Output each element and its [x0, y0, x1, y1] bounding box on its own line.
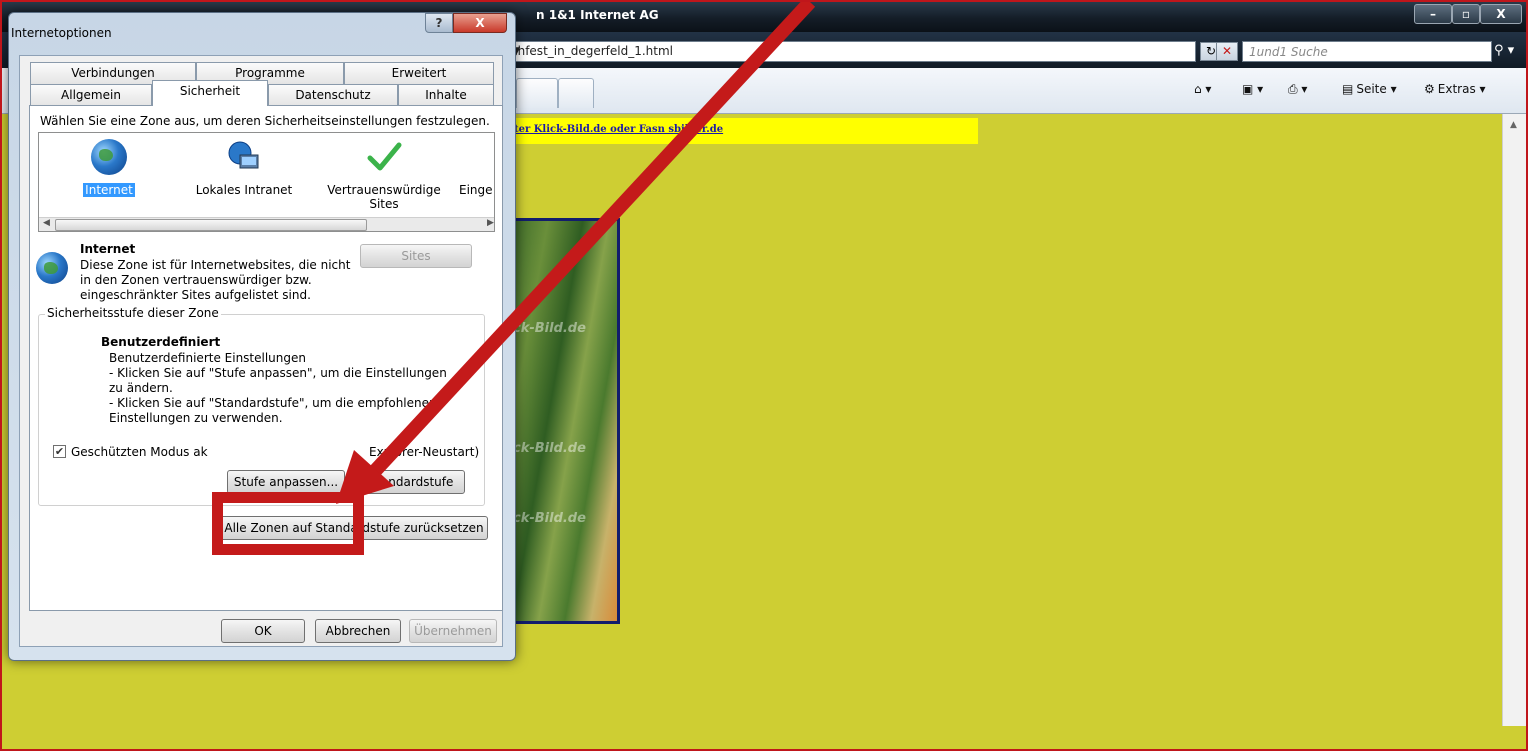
browser-tab[interactable]: [516, 78, 558, 108]
annotation-highlight-box: [212, 492, 364, 555]
security-level-line: Benutzerdefinierte Einstellungen: [109, 351, 306, 365]
tab-erweitert[interactable]: Erweitert: [344, 62, 494, 84]
zone-info-description: Diese Zone ist für Internetwebsites, die…: [80, 258, 351, 302]
watermark-text: ck-Bild.de: [513, 321, 586, 336]
new-tab-button[interactable]: [558, 78, 594, 108]
page-photo[interactable]: ck-Bild.de ck-Bild.de ck-Bild.de: [510, 218, 620, 624]
scroll-right-icon[interactable]: ▶: [487, 218, 494, 228]
dialog-title: Internetoptionen: [11, 26, 112, 40]
zone-label: Lokales Intranet: [195, 183, 293, 197]
tools-menu-label: Extras: [1437, 82, 1476, 96]
protected-mode-label: Geschützten Modus ak: [71, 445, 208, 459]
window-title: n 1&1 Internet AG: [536, 8, 659, 22]
apply-button[interactable]: Übernehmen: [409, 619, 497, 643]
tab-inhalte[interactable]: Inhalte: [398, 84, 494, 106]
page-menu[interactable]: ▤ Seite ▾: [1342, 82, 1397, 96]
page-menu-label: Seite: [1356, 82, 1387, 96]
security-level-group-label: Sicherheitsstufe dieser Zone: [45, 306, 221, 320]
custom-level-button[interactable]: Stufe anpassen...: [227, 470, 345, 494]
security-level-name: Benutzerdefiniert: [101, 335, 221, 349]
tools-menu[interactable]: ⚙ Extras ▾: [1424, 82, 1486, 96]
minimize-button[interactable]: –: [1414, 4, 1452, 24]
stop-icon[interactable]: ✕: [1216, 42, 1238, 61]
zone-label: Internet: [83, 183, 135, 197]
watermark-text: ck-Bild.de: [513, 441, 586, 456]
search-placeholder: 1und1 Suche: [1249, 45, 1328, 59]
zone-label: Vertrauenswürdige Sites: [327, 183, 441, 211]
zone-local-intranet[interactable]: Lokales Intranet: [189, 139, 299, 197]
cancel-button[interactable]: Abbrechen: [315, 619, 401, 643]
tab-datenschutz[interactable]: Datenschutz: [268, 84, 398, 106]
watermark-text: ck-Bild.de: [513, 511, 586, 526]
zone-info-title: Internet: [80, 242, 136, 256]
security-level-line: - Klicken Sie auf "Stufe anpassen", um d…: [109, 366, 447, 395]
close-window-button[interactable]: X: [1480, 4, 1522, 24]
page-link[interactable]: ter Klick-Bild.de oder Fasn sbilder.de: [514, 124, 723, 135]
address-field[interactable]: chfest_in_degerfeld_1.html ▼: [506, 41, 1196, 62]
protected-mode-checkbox[interactable]: ✔: [53, 445, 66, 458]
maximize-button[interactable]: ▫: [1452, 4, 1480, 24]
zone-list[interactable]: Internet Lokales Intranet Vertrauenswürd…: [38, 132, 495, 232]
zone-trusted-sites[interactable]: Vertrauenswürdige Sites: [319, 139, 449, 211]
search-input[interactable]: 1und1 Suche: [1242, 41, 1492, 62]
security-level-group: Sicherheitsstufe dieser Zone Benutzerdef…: [38, 306, 485, 506]
zone-label: Einge: [459, 183, 493, 197]
zone-restricted[interactable]: Einge: [459, 139, 494, 197]
scroll-left-icon[interactable]: ◀: [43, 218, 50, 228]
internet-options-dialog: Internetoptionen ? X Verbindungen Progra…: [8, 12, 516, 661]
zone-list-scrollbar[interactable]: ◀ ▶: [39, 217, 494, 231]
tab-sicherheit[interactable]: Sicherheit: [152, 80, 268, 106]
tab-allgemein[interactable]: Allgemein: [30, 84, 152, 106]
screenshot-frame: n 1&1 Internet AG – ▫ X chfest_in_degerf…: [0, 0, 1528, 751]
sites-button[interactable]: Sites: [360, 244, 472, 268]
help-button[interactable]: ?: [425, 13, 453, 33]
default-level-button[interactable]: Standardstufe: [357, 470, 465, 494]
globe-icon: [36, 252, 68, 284]
globe-icon: [91, 139, 127, 175]
zone-internet[interactable]: Internet: [69, 139, 149, 197]
address-dropdown-icon[interactable]: ▼: [511, 44, 1191, 58]
page-scrollbar[interactable]: ▲: [1502, 114, 1526, 726]
feeds-icon[interactable]: ▣ ▾: [1242, 82, 1263, 96]
link-banner: ter Klick-Bild.de oder Fasn sbilder.de: [510, 118, 978, 144]
status-area: [2, 726, 1526, 749]
gear-icon: ⚙: [1424, 82, 1435, 96]
page-icon: ▤: [1342, 82, 1354, 96]
ok-button[interactable]: OK: [221, 619, 305, 643]
zone-prompt: Wählen Sie eine Zone aus, um deren Siche…: [40, 114, 490, 128]
checkmark-icon: [366, 139, 402, 175]
home-icon[interactable]: ⌂ ▾: [1194, 82, 1211, 96]
protected-mode-note: Explorer-Neustart): [369, 445, 480, 459]
blocked-icon: [471, 139, 494, 175]
scroll-up-icon[interactable]: ▲: [1510, 120, 1517, 130]
search-icon[interactable]: ⚲ ▾: [1494, 43, 1514, 58]
intranet-icon: [226, 139, 262, 175]
scroll-thumb[interactable]: [55, 219, 367, 231]
close-dialog-button[interactable]: X: [453, 13, 507, 33]
security-level-line: - Klicken Sie auf "Standardstufe", um di…: [109, 396, 437, 425]
print-icon[interactable]: ⎙ ▾: [1288, 82, 1307, 97]
